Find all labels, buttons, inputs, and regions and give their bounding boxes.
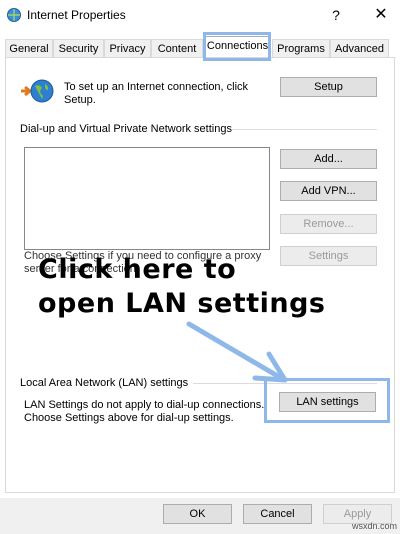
globe-connection-icon xyxy=(21,79,54,103)
tab-general[interactable]: General xyxy=(5,39,53,57)
lan-description: LAN Settings do not apply to dial-up con… xyxy=(24,399,265,424)
tab-content[interactable]: Content xyxy=(151,39,203,57)
window-title: Internet Properties xyxy=(27,8,126,22)
title-bar: Internet Properties ? ✕ xyxy=(0,0,400,30)
cancel-button[interactable]: Cancel xyxy=(243,504,312,524)
settings-button[interactable]: Settings xyxy=(280,246,377,266)
watermark: wsxdn.com xyxy=(352,521,398,531)
tab-strip: General Security Privacy Content Connect… xyxy=(0,36,400,58)
add-vpn-button[interactable]: Add VPN... xyxy=(280,181,377,201)
tab-security[interactable]: Security xyxy=(53,39,104,57)
dialup-group-divider xyxy=(232,129,377,130)
help-button[interactable]: ? xyxy=(326,4,346,26)
connection-list[interactable] xyxy=(24,147,270,250)
add-button[interactable]: Add... xyxy=(280,149,377,169)
dialup-group-label: Dial-up and Virtual Private Network sett… xyxy=(20,123,232,135)
remove-button[interactable]: Remove... xyxy=(280,214,377,234)
close-button[interactable]: ✕ xyxy=(370,4,392,26)
internet-explorer-icon xyxy=(7,8,21,22)
tab-advanced[interactable]: Advanced xyxy=(330,39,389,57)
ok-button[interactable]: OK xyxy=(163,504,232,524)
setup-button[interactable]: Setup xyxy=(280,77,377,97)
annotation-line-2: open LAN settings xyxy=(38,288,326,319)
setup-description: To set up an Internet connection, click … xyxy=(64,81,249,106)
lan-settings-highlight xyxy=(264,378,390,423)
tab-privacy[interactable]: Privacy xyxy=(104,39,151,57)
annotation-line-1: Click here to xyxy=(38,254,237,285)
connections-tab-highlight xyxy=(203,32,271,61)
lan-group-label: Local Area Network (LAN) settings xyxy=(20,377,189,389)
tab-programs[interactable]: Programs xyxy=(272,39,330,57)
